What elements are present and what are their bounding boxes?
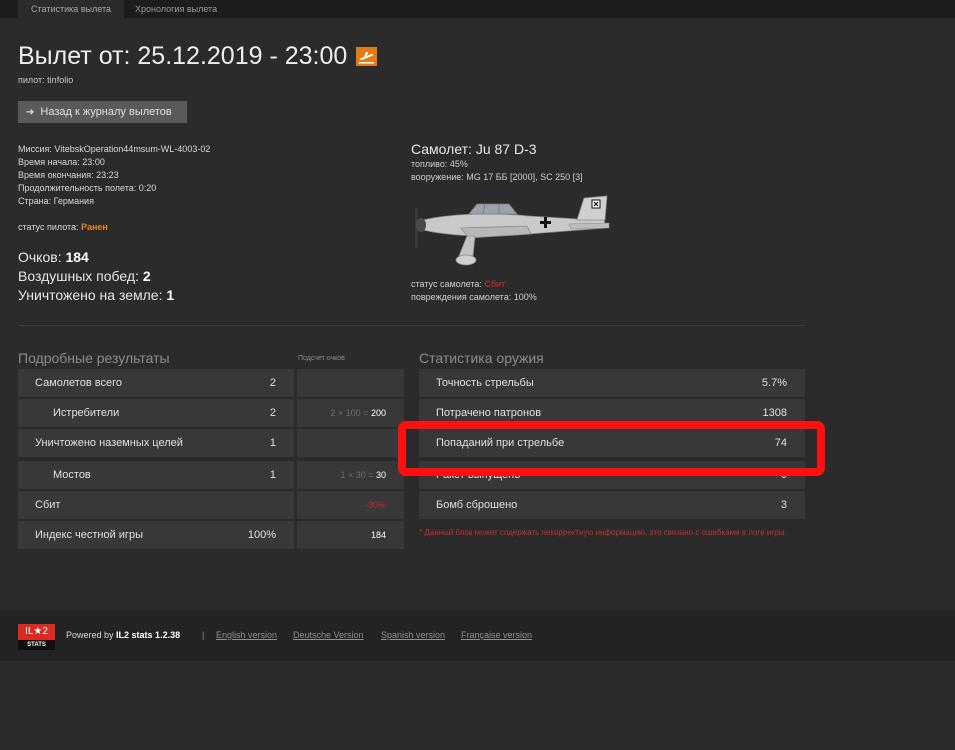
arrow-left-icon: ➜ (26, 107, 35, 118)
row-value: 1 (269, 437, 276, 449)
row-value: 5.7% (761, 377, 787, 389)
points-cell: 1 × 30 = 30 (297, 461, 404, 489)
end-time: Время окончания: 23:23 (18, 170, 119, 180)
table-row: Уничтожено наземных целей 1 (18, 429, 294, 457)
ground-kills-summary: Уничтожено на земле: 1 (18, 287, 174, 303)
lang-french-link[interactable]: Française version (461, 630, 532, 640)
points-value: 30 (375, 470, 386, 480)
logo-top: IL★2 (18, 624, 55, 640)
points-cell: -30% (297, 491, 404, 519)
row-label: Уничтожено наземных целей (35, 437, 183, 449)
points-penalty: -30% (364, 500, 386, 510)
score-value: 184 (65, 249, 89, 265)
flight-duration: Продолжительность полета: 0:20 (18, 183, 157, 193)
row-label: Точность стрельбы (436, 377, 534, 389)
ground-kills-value: 1 (166, 287, 175, 303)
aircraft-status-label: статус самолета: (411, 279, 482, 289)
table-row: Точность стрельбы 5.7% (419, 369, 805, 397)
row-label: Бомб сброшено (436, 499, 518, 511)
pilot-status: статус пилота: Ранен (18, 222, 108, 232)
takeoff-icon (356, 47, 377, 66)
points-value: 200 (370, 408, 386, 418)
table-row: Самолетов всего 2 (18, 369, 294, 397)
points-cell: 184 (297, 521, 404, 549)
points-calc-header: Подсчет очков (298, 355, 345, 362)
aircraft-damage: повреждения самолета: 100% (411, 292, 537, 302)
air-victories-label: Воздушных побед: (18, 268, 139, 284)
detailed-results-title: Подробные результаты (18, 350, 170, 366)
tab-sortie-timeline[interactable]: Хронология вылета (122, 0, 230, 18)
row-label: Индекс честной игры (35, 529, 143, 541)
lang-spanish-link[interactable]: Spanish version (381, 630, 445, 640)
top-tab-bar: Статистика вылета Хронология вылета (0, 0, 955, 18)
lang-german-link[interactable]: Deutsche Version (293, 630, 364, 640)
il2stats-logo[interactable]: IL★2 STATS (18, 624, 55, 650)
country: Страна: Германия (18, 196, 94, 206)
powered-brand: IL2 stats 1.2.38 (116, 630, 181, 640)
row-label: Сбит (35, 499, 61, 511)
back-button-label: Назад к журналу вылетов (40, 106, 172, 118)
table-row: Бомб сброшено 3 (419, 491, 805, 519)
points-total: 184 (370, 530, 386, 540)
row-label: Мостов (53, 469, 91, 481)
back-to-log-button[interactable]: ➜ Назад к журналу вылетов (18, 101, 187, 123)
air-victories-summary: Воздушных побед: 2 (18, 268, 151, 284)
points-cell: 2 × 100 = 200 (297, 399, 404, 427)
footer-separator: | (202, 630, 205, 640)
aircraft-status: статус самолета: Сбит (411, 279, 505, 289)
logo-bottom: STATS (18, 640, 55, 650)
start-time: Время начала: 23:00 (18, 157, 105, 167)
pilot-status-value: Ранен (81, 222, 108, 232)
score-summary: Очков: 184 (18, 249, 89, 265)
pilot-name: пилот: tinfolio (18, 75, 74, 85)
pilot-status-label: статус пилота: (18, 222, 79, 232)
powered-prefix: Powered by (66, 630, 114, 640)
air-victories-value: 2 (142, 268, 151, 284)
row-value: 3 (780, 499, 787, 511)
weapon-stats-title: Статистика оружия (419, 350, 544, 366)
row-value: 2 (269, 407, 276, 419)
row-value: 1 (269, 469, 276, 481)
aircraft-status-value: Сбит (484, 279, 506, 289)
points-calc: 2 × 100 = (330, 408, 369, 418)
section-divider (18, 325, 805, 326)
points-cell (297, 369, 404, 397)
table-row: Мостов 1 (18, 461, 294, 489)
row-value: 2 (269, 377, 276, 389)
tab-sortie-stats[interactable]: Статистика вылета (18, 0, 125, 18)
table-row: Индекс честной игры 100% (18, 521, 294, 549)
points-calc: 1 × 30 = (340, 470, 374, 480)
points-cell (297, 429, 404, 457)
lang-english-link[interactable]: English version (216, 630, 277, 640)
aircraft-image (415, 195, 610, 266)
score-label: Очков: (18, 249, 62, 265)
row-value: 100% (247, 529, 276, 541)
mission-name: Миссия: VitebskOperation44msum-WL-4003-0… (18, 144, 211, 154)
aircraft-fuel: топливо: 45% (411, 159, 468, 169)
ground-kills-label: Уничтожено на земле: (18, 287, 163, 303)
powered-by: Powered by IL2 stats 1.2.38 (66, 630, 180, 640)
aircraft-title: Самолет: Ju 87 D-3 (411, 141, 537, 157)
table-row: Сбит (18, 491, 294, 519)
highlight-box (398, 421, 825, 476)
weapon-stats-note: * Данный блок может содержать некорректн… (419, 528, 787, 537)
row-label: Истребители (53, 407, 120, 419)
page-title: Вылет от: 25.12.2019 - 23:00 (18, 42, 348, 70)
table-row: Истребители 2 (18, 399, 294, 427)
row-label: Самолетов всего (35, 377, 122, 389)
aircraft-armament: вооружение: MG 17 ББ [2000], SC 250 [3] (411, 172, 583, 182)
